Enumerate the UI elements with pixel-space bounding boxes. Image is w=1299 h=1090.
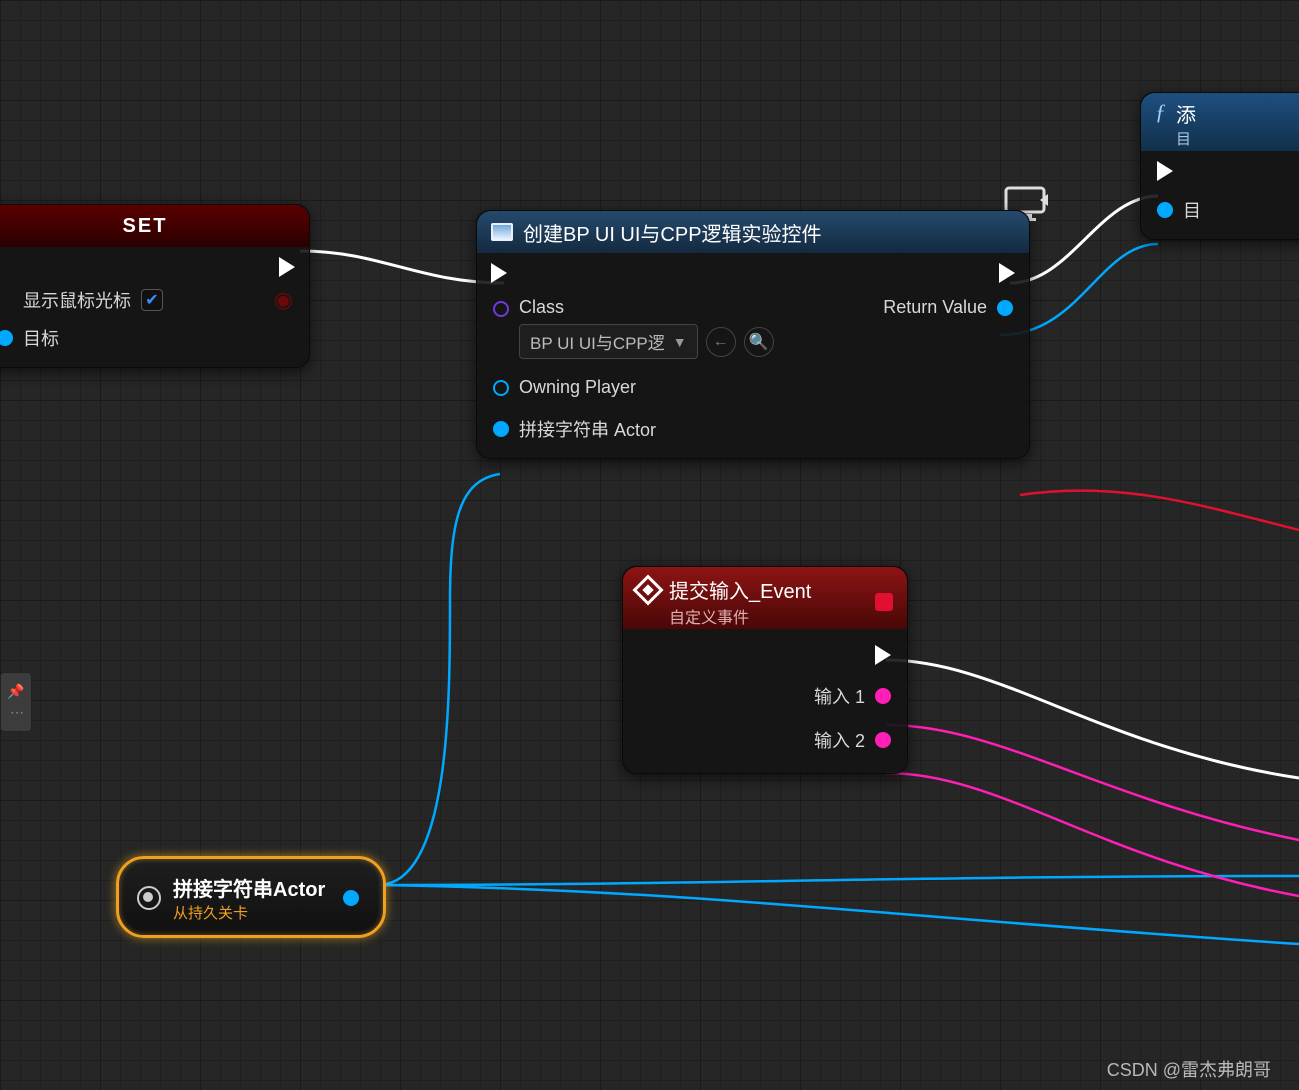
show-cursor-checkbox[interactable]: ✔ <box>141 289 163 311</box>
class-label: Class <box>519 297 774 318</box>
node-custom-event[interactable]: 提交输入_Event 自定义事件 输入 1 输入 2 <box>622 566 908 774</box>
sidebar-handle[interactable]: 📌 ⋯ <box>0 672 32 732</box>
exec-out-pin[interactable] <box>279 257 295 277</box>
node-function[interactable]: ƒ 添 目 目 <box>1140 92 1299 240</box>
exec-in-pin[interactable] <box>491 263 507 283</box>
var-subtitle: 从持久关卡 <box>173 902 325 923</box>
set-title: SET <box>0 205 309 247</box>
exec-in-pin[interactable] <box>1157 161 1173 181</box>
func-title: 添 <box>1176 99 1196 128</box>
input1-pin[interactable] <box>875 688 891 704</box>
input2-label: 输入 2 <box>814 727 865 753</box>
func-target-label: 目 <box>1183 197 1201 223</box>
return-label: Return Value <box>883 297 987 318</box>
owning-player-pin[interactable] <box>493 380 509 396</box>
input2-pin[interactable] <box>875 732 891 748</box>
event-subtitle: 自定义事件 <box>669 604 865 628</box>
chevron-down-icon: ▼ <box>673 334 687 350</box>
func-subtitle: 目 <box>1176 128 1196 149</box>
var-out-pin[interactable] <box>343 890 359 906</box>
function-icon: ƒ <box>1155 99 1166 125</box>
delegate-pin[interactable] <box>875 593 893 611</box>
target-label: 目标 <box>23 325 59 351</box>
var-title: 拼接字符串Actor <box>173 873 325 902</box>
actor-input-pin[interactable] <box>493 421 509 437</box>
exec-out-pin[interactable] <box>999 263 1015 283</box>
input1-label: 输入 1 <box>814 683 865 709</box>
actor-input-label: 拼接字符串 Actor <box>519 416 656 442</box>
create-title: 创建BP UI UI与CPP逻辑实验控件 <box>523 218 822 247</box>
node-variable-getter[interactable]: 拼接字符串Actor 从持久关卡 <box>116 856 386 938</box>
return-pin[interactable] <box>997 300 1013 316</box>
widget-icon <box>491 223 513 241</box>
node-create-widget[interactable]: 创建BP UI UI与CPP逻辑实验控件 Class BP UI UI与CPP逻… <box>476 210 1030 459</box>
event-title: 提交输入_Event <box>669 575 865 604</box>
class-value: BP UI UI与CPP逻 <box>530 329 665 354</box>
target-pin[interactable] <box>1157 202 1173 218</box>
actor-ref-icon <box>137 886 161 910</box>
show-cursor-label: 显示鼠标光标 <box>23 287 131 313</box>
node-set[interactable]: SET 显示鼠标光标 ✔ ◉ 目标 <box>0 204 310 368</box>
eye-icon[interactable]: ◉ <box>274 287 293 313</box>
watermark: CSDN @雷杰弗朗哥 <box>1107 1056 1271 1082</box>
search-icon[interactable]: 🔍 <box>744 327 774 357</box>
owning-player-label: Owning Player <box>519 377 636 398</box>
class-dropdown[interactable]: BP UI UI与CPP逻 ▼ <box>519 324 698 359</box>
class-pin[interactable] <box>493 301 509 317</box>
pin-icon: 📌 <box>7 683 24 700</box>
target-pin[interactable] <box>0 330 13 346</box>
create-header: 创建BP UI UI与CPP逻辑实验控件 <box>477 211 1029 253</box>
event-diamond-icon <box>632 574 663 605</box>
exec-out-pin[interactable] <box>875 645 891 665</box>
nav-back-icon[interactable]: ← <box>706 327 736 357</box>
